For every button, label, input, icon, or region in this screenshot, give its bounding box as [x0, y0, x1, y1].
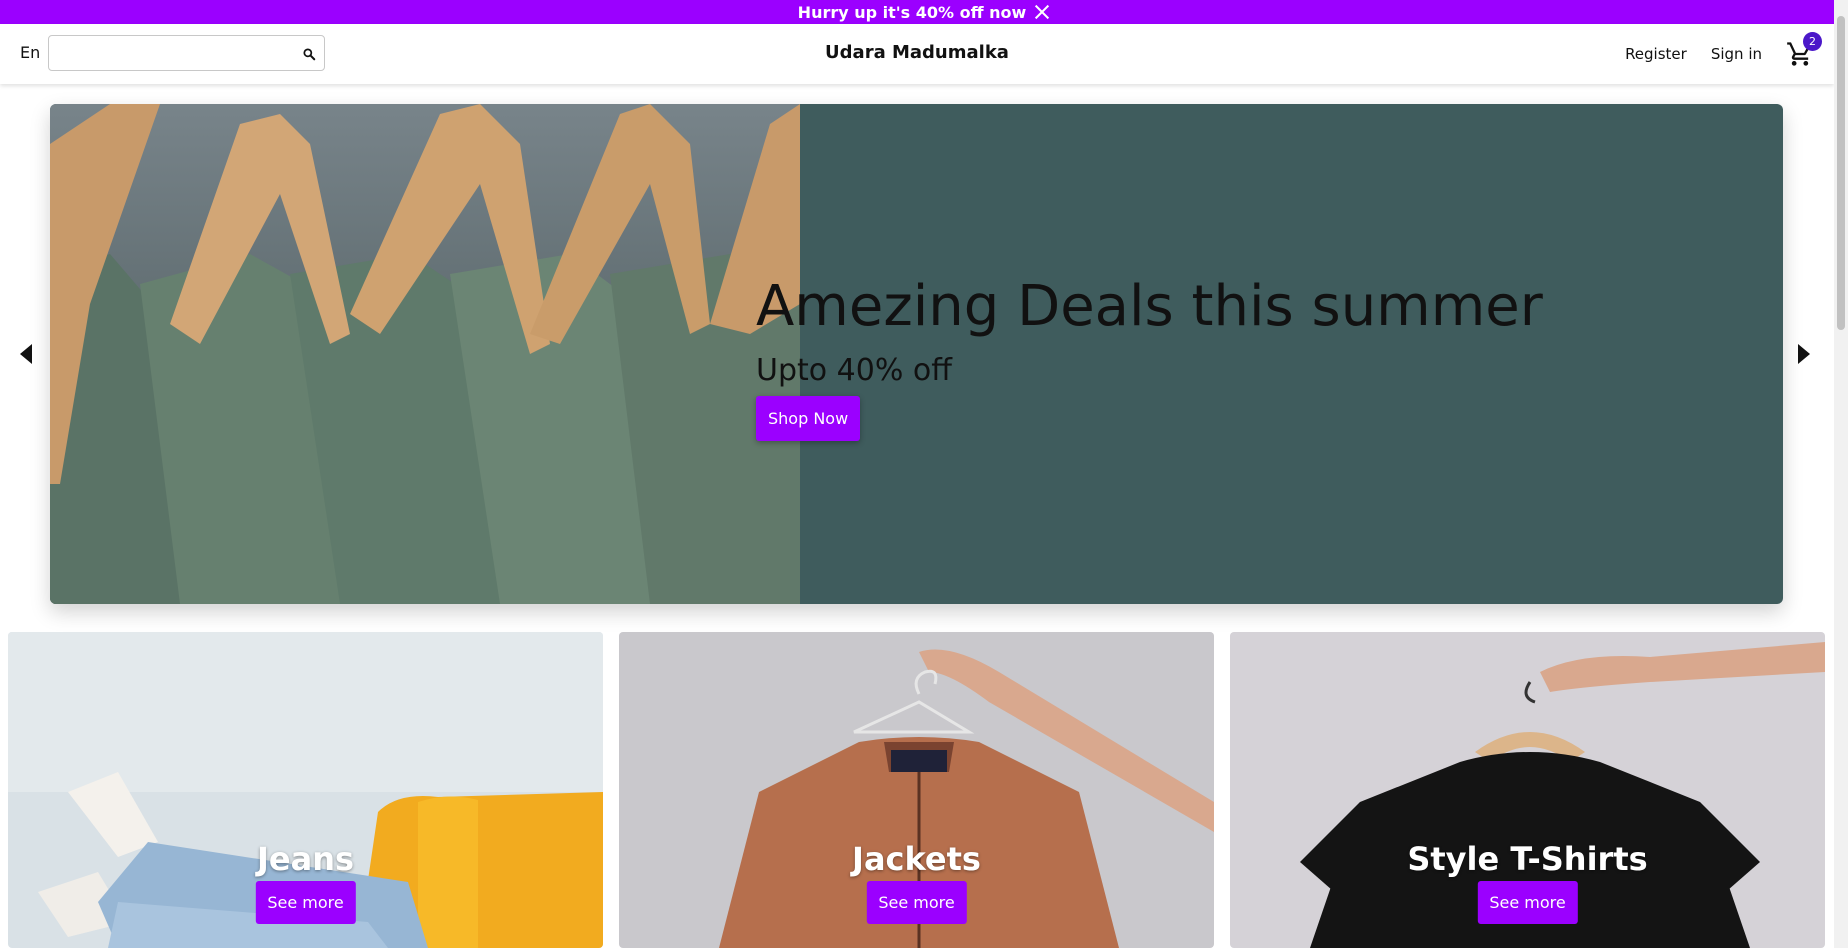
see-more-button[interactable]: See more	[1477, 881, 1578, 924]
scrollbar-thumb[interactable]	[1837, 16, 1845, 330]
category-card-style-t-shirts[interactable]: Style T-Shirts See more	[1230, 632, 1825, 948]
category-title: Jeans	[256, 840, 355, 878]
hero-carousel: Amezing Deals this summer Upto 40% off S…	[50, 104, 1783, 604]
sign-in-link[interactable]: Sign in	[1711, 45, 1762, 63]
carousel-prev-arrow-icon[interactable]	[4, 332, 44, 376]
announcement-text: Hurry up it's 40% off now	[797, 2, 1027, 22]
language-selector[interactable]: En	[20, 43, 40, 62]
search-box	[48, 35, 325, 71]
see-more-button[interactable]: See more	[866, 881, 967, 924]
cart-button[interactable]: 2	[1786, 32, 1822, 68]
hero-subtitle: Upto 40% off	[756, 353, 952, 388]
cart-count-badge: 2	[1803, 32, 1822, 51]
hero-text-block: Amezing Deals this summer Upto 40% off S…	[756, 274, 1543, 441]
category-card-jeans[interactable]: Jeans See more	[8, 632, 603, 948]
search-input[interactable]	[49, 36, 279, 70]
search-icon[interactable]	[302, 47, 316, 61]
category-title: Jackets	[852, 840, 981, 878]
see-more-button[interactable]: See more	[255, 881, 356, 924]
announcement-bar: Hurry up it's 40% off now	[0, 0, 1848, 24]
shop-now-button[interactable]: Shop Now	[756, 396, 861, 441]
close-icon[interactable]	[1034, 4, 1050, 20]
hero-image-hanging-shirts	[50, 104, 800, 604]
brand-title[interactable]: Udara Madumalka	[825, 42, 1009, 63]
category-title: Style T-Shirts	[1407, 840, 1648, 878]
carousel-next-arrow-icon[interactable]	[1786, 332, 1826, 376]
category-card-jackets[interactable]: Jackets See more	[619, 632, 1214, 948]
hero-title: Amezing Deals this summer	[756, 274, 1543, 339]
register-link[interactable]: Register	[1625, 45, 1687, 63]
page-scrollbar[interactable]	[1834, 0, 1848, 948]
navbar: En Udara Madumalka Register Sign in 2	[0, 24, 1834, 84]
